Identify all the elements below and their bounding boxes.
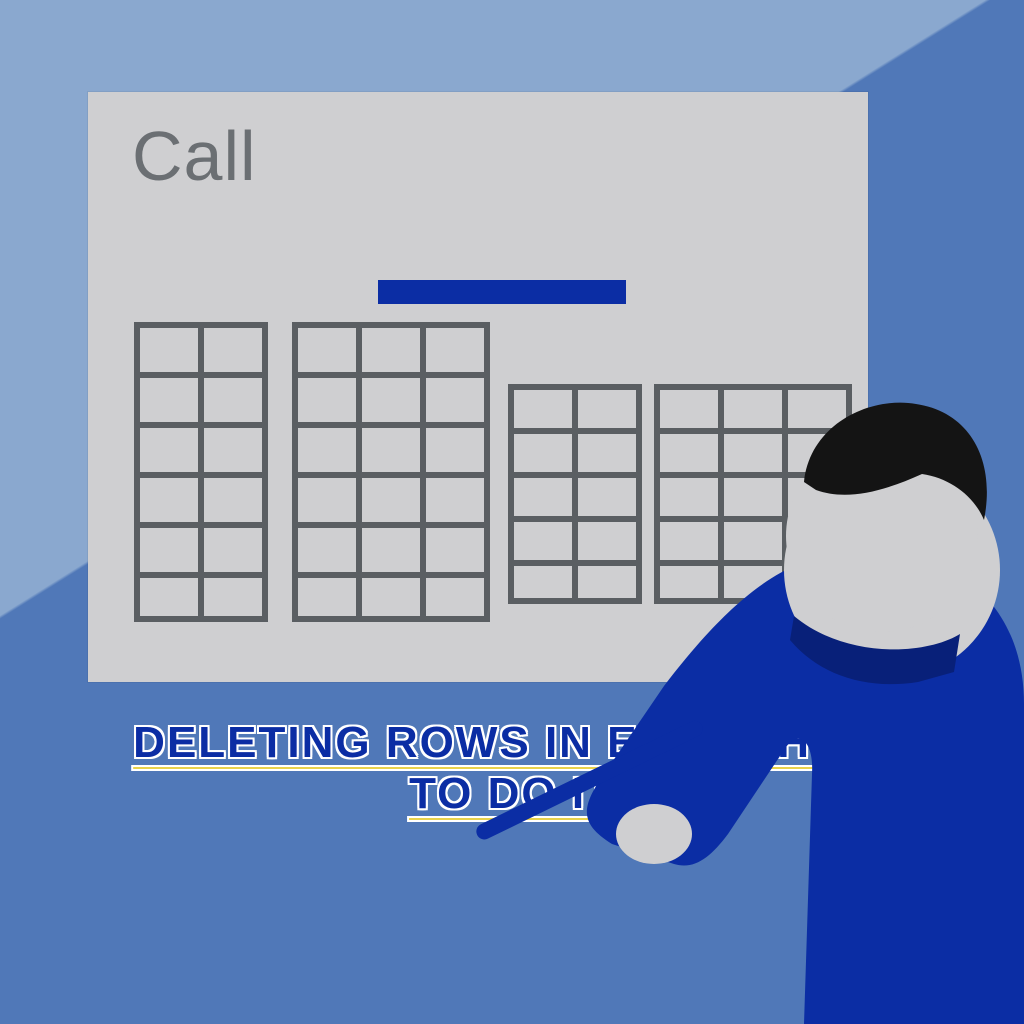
hand (616, 804, 692, 864)
highlight-bar (378, 280, 626, 304)
panel-title: Call (132, 116, 257, 196)
person-illustration (484, 304, 1024, 1024)
